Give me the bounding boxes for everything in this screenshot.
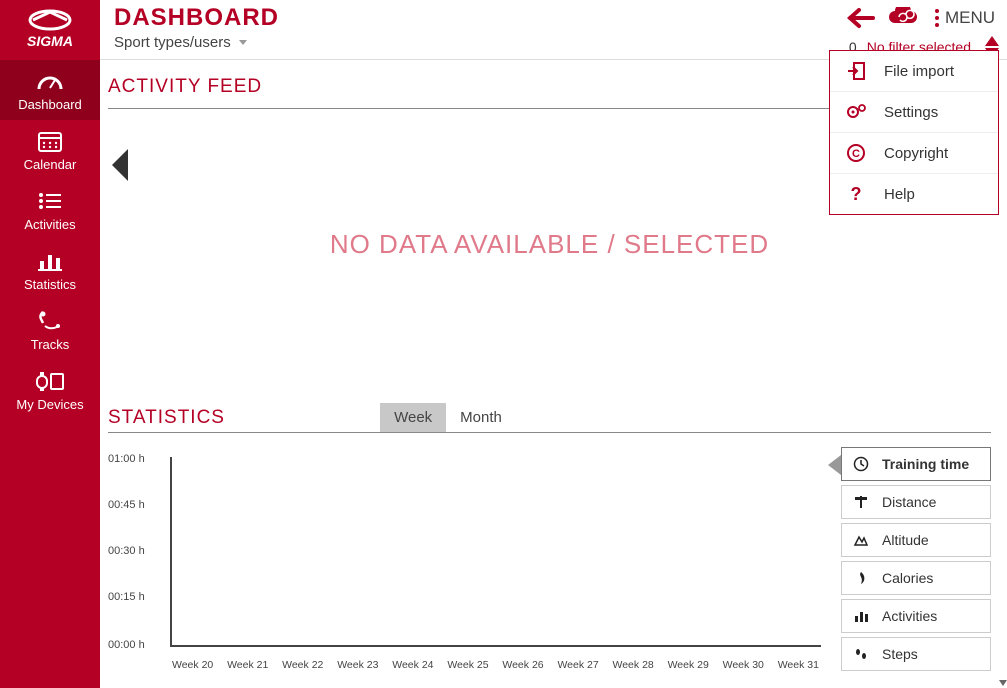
metric-label: Calories: [882, 570, 933, 586]
statistics-chart: 01:00 h 00:45 h 00:30 h 00:15 h 00:00 h …: [108, 447, 831, 677]
flame-icon: [852, 570, 870, 586]
calendar-icon: [38, 128, 62, 154]
metric-activities[interactable]: Activities: [841, 599, 991, 633]
sidebar-item-label: Activities: [24, 217, 75, 232]
menu-item-file-import[interactable]: File import: [830, 51, 998, 92]
bars-icon: [852, 608, 870, 624]
metric-distance[interactable]: Distance: [841, 485, 991, 519]
help-icon: ?: [844, 184, 868, 204]
chevron-down-icon: [239, 40, 247, 45]
footsteps-icon: [852, 646, 870, 662]
sidebar-item-dashboard[interactable]: Dashboard: [0, 60, 100, 120]
x-tick: Week 26: [502, 659, 543, 671]
svg-text:?: ?: [851, 184, 862, 204]
menu-item-help[interactable]: ? Help: [830, 174, 998, 214]
scrollbar[interactable]: [999, 60, 1007, 688]
mountain-icon: [852, 532, 870, 548]
menu-item-label: File import: [884, 63, 954, 80]
y-tick: 01:00 h: [108, 453, 145, 465]
metric-pointer-icon: [828, 455, 841, 475]
y-tick: 00:45 h: [108, 499, 145, 511]
y-tick: 00:00 h: [108, 639, 145, 651]
x-tick: Week 23: [337, 659, 378, 671]
metric-label: Training time: [882, 456, 969, 472]
sort-asc-icon: [985, 36, 999, 46]
signpost-icon: [852, 494, 870, 510]
menu-label: MENU: [945, 8, 995, 28]
metric-label: Altitude: [882, 532, 929, 548]
y-tick: 00:30 h: [108, 545, 145, 557]
tab-month[interactable]: Month: [446, 403, 516, 432]
x-tick: Week 28: [613, 659, 654, 671]
metric-training-time[interactable]: Training time: [841, 447, 991, 481]
metric-label: Distance: [882, 494, 936, 510]
menu-item-copyright[interactable]: C Copyright: [830, 133, 998, 174]
feed-prev-button[interactable]: [112, 149, 128, 181]
metric-altitude[interactable]: Altitude: [841, 523, 991, 557]
x-tick: Week 24: [392, 659, 433, 671]
x-tick: Week 29: [668, 659, 709, 671]
x-tick: Week 27: [557, 659, 598, 671]
sidebar-item-tracks[interactable]: Tracks: [0, 300, 100, 360]
tab-week[interactable]: Week: [380, 403, 446, 432]
x-tick: Week 22: [282, 659, 323, 671]
tracks-icon: [37, 308, 63, 334]
sidebar-item-label: Calendar: [24, 157, 77, 172]
copyright-icon: C: [844, 143, 868, 163]
x-tick: Week 30: [723, 659, 764, 671]
statistics-icon: [38, 248, 62, 274]
metric-label: Activities: [882, 608, 937, 624]
gear-icon: [844, 102, 868, 122]
sigma-cloud-title: [108, 677, 991, 688]
sidebar-item-label: My Devices: [16, 397, 83, 412]
activities-icon: [38, 188, 62, 214]
clock-icon: [852, 456, 870, 472]
menu-dots-icon: [935, 9, 939, 27]
sidebar-item-mydevices[interactable]: My Devices: [0, 360, 100, 420]
no-data-message: NO DATA AVAILABLE / SELECTED: [108, 229, 991, 260]
menu-item-label: Copyright: [884, 145, 948, 162]
svg-text:C: C: [852, 148, 860, 160]
devices-icon: [35, 368, 65, 394]
statistics-title: STATISTICS: [108, 407, 225, 429]
y-tick: 00:15 h: [108, 591, 145, 603]
main-menu-dropdown: File import Settings C Copyright ? Help: [829, 50, 999, 215]
sidebar-item-activities[interactable]: Activities: [0, 180, 100, 240]
x-tick: Week 20: [172, 659, 213, 671]
sport-types-label: Sport types/users: [114, 34, 231, 51]
sidebar-item-statistics[interactable]: Statistics: [0, 240, 100, 300]
brand-logo: SIGMA: [0, 0, 100, 60]
metric-calories[interactable]: Calories: [841, 561, 991, 595]
x-tick: Week 21: [227, 659, 268, 671]
import-icon: [844, 61, 868, 81]
x-tick: Week 31: [778, 659, 819, 671]
x-tick: Week 25: [447, 659, 488, 671]
metric-steps[interactable]: Steps: [841, 637, 991, 671]
menu-item-label: Settings: [884, 104, 938, 121]
svg-text:SIGMA: SIGMA: [27, 33, 73, 49]
menu-item-label: Help: [884, 186, 915, 203]
sidebar-item-label: Tracks: [31, 337, 70, 352]
dashboard-icon: [37, 68, 63, 94]
sidebar-item-label: Statistics: [24, 277, 76, 292]
scroll-down-icon: [999, 680, 1007, 686]
sync-button[interactable]: [887, 7, 919, 29]
sidebar-item-label: Dashboard: [18, 97, 82, 112]
back-button[interactable]: [847, 7, 875, 29]
menu-item-settings[interactable]: Settings: [830, 92, 998, 133]
menu-button[interactable]: MENU: [931, 6, 999, 30]
metric-label: Steps: [882, 646, 918, 662]
sidebar-item-calendar[interactable]: Calendar: [0, 120, 100, 180]
